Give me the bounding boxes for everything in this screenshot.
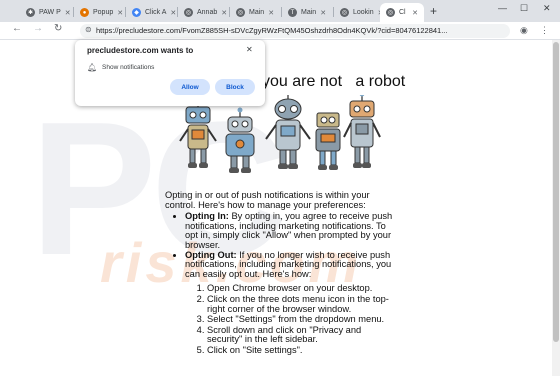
close-icon[interactable]: ✕: [170, 9, 176, 17]
close-icon[interactable]: ✕: [320, 9, 326, 17]
address-bar[interactable]: ⊜ https://precludestore.com/FvomZ885SH-s…: [80, 24, 510, 38]
new-tab-icon[interactable]: +: [430, 4, 437, 18]
globe-icon: ◎: [184, 8, 193, 17]
steps-list: Open Chrome browser on your desktop. Cli…: [207, 284, 395, 355]
robot-icon: [315, 112, 341, 170]
notification-permission-popup: precludestore.com wants to ✕ 🔔︎ Show not…: [75, 40, 265, 106]
click-icon: ◆: [132, 8, 141, 17]
permission-label: Show notifications: [102, 64, 155, 71]
opt-out-heading: Opting Out:: [185, 249, 237, 260]
opt-in-item: Opting In: By opting in, you agree to re…: [185, 211, 395, 250]
popup-title: precludestore.com wants to: [87, 46, 194, 55]
robot-icon: [179, 95, 217, 168]
close-icon[interactable]: ✕: [117, 9, 123, 17]
paw-icon: ✱: [26, 8, 35, 17]
close-icon[interactable]: ✕: [268, 9, 274, 17]
tab-7[interactable]: ◎ Lookin ✕: [334, 3, 380, 22]
article-text: Opting in or out of push notifications i…: [165, 190, 395, 357]
step-item: Click on "Site settings".: [207, 345, 395, 356]
browser-toolbar: ← → ↻ ⊜ https://precludestore.com/FvomZ8…: [0, 22, 560, 39]
bell-icon: 🔔︎: [87, 63, 98, 72]
tab-4[interactable]: ◎ Annab ✕: [178, 3, 228, 22]
close-icon[interactable]: ✕: [221, 9, 227, 17]
scrollbar-thumb[interactable]: [553, 42, 559, 342]
back-icon[interactable]: ←: [12, 23, 22, 34]
intro-paragraph: Opting in or out of push notifications i…: [165, 190, 370, 210]
window-close-icon[interactable]: ✕: [543, 3, 551, 14]
tab-label: Main: [249, 9, 265, 16]
reload-icon[interactable]: ↻: [54, 23, 62, 34]
options-list: Opting In: By opting in, you agree to re…: [185, 211, 395, 356]
robots-illustration: [179, 95, 381, 173]
menu-icon[interactable]: ⋮: [540, 25, 549, 36]
step-item: Select "Settings" from the dropdown menu…: [207, 315, 395, 325]
tab-5[interactable]: ◎ Main ✕: [230, 3, 280, 22]
tab-bar: ✱ PAW P ✕ ● Popup ✕ ◆ Click A ✕ ◎ Annab …: [0, 0, 560, 22]
allow-button[interactable]: Allow: [170, 79, 210, 95]
opt-out-item: Opting Out: If you no longer wish to rec…: [185, 249, 395, 356]
t-icon: T: [288, 8, 297, 17]
url-text[interactable]: https://precludestore.com/FvomZ885SH-sDV…: [96, 26, 506, 35]
close-icon[interactable]: ✕: [412, 9, 418, 17]
opt-in-heading: Opting In:: [185, 211, 229, 222]
robot-icon: [265, 95, 311, 169]
tab-label: Main: [301, 9, 317, 16]
tab-label: Lookin: [353, 9, 374, 16]
profile-icon[interactable]: ◉: [520, 25, 528, 36]
forward-icon[interactable]: →: [33, 23, 43, 34]
close-icon[interactable]: ✕: [246, 45, 253, 54]
step-item: Click on the three dots menu icon in the…: [207, 294, 395, 314]
popup-icon: ●: [80, 8, 89, 17]
close-icon[interactable]: ✕: [65, 9, 71, 17]
tab-label: Click A: [145, 9, 167, 16]
globe-icon: ◎: [340, 8, 349, 17]
globe-icon: ◎: [236, 8, 245, 17]
robot-icon: [343, 95, 381, 168]
tab-label: Cl: [399, 9, 406, 16]
maximize-icon[interactable]: ☐: [520, 3, 528, 14]
robot-icon: [225, 107, 255, 173]
site-info-icon[interactable]: ⊜: [85, 25, 92, 34]
page-headline: you are not a robot: [262, 73, 406, 90]
minimize-icon[interactable]: —: [498, 3, 507, 13]
tab-3[interactable]: ◆ Click A ✕: [126, 3, 176, 22]
tab-label: Popup: [93, 9, 114, 16]
step-item: Scroll down and click on "Privacy and se…: [207, 325, 395, 345]
tab-active[interactable]: ◎ Cl ✕: [380, 3, 424, 22]
tab-6[interactable]: T Main ✕: [282, 3, 332, 22]
step-item: Open Chrome browser on your desktop.: [207, 284, 395, 294]
tab-label: Annab: [197, 9, 218, 16]
tab-2[interactable]: ● Popup ✕: [74, 3, 124, 22]
tab-label: PAW P: [39, 9, 61, 16]
scrollbar[interactable]: [552, 40, 560, 376]
globe-icon: ◎: [386, 8, 395, 17]
tab-1[interactable]: ✱ PAW P ✕: [20, 3, 72, 22]
block-button[interactable]: Block: [215, 79, 255, 95]
